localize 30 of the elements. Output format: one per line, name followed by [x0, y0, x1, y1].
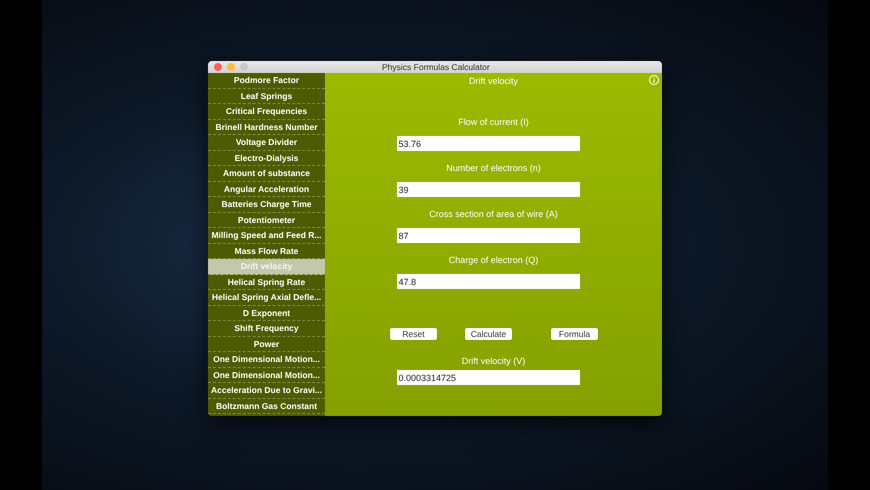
window-title: Physics Formulas Calculator — [382, 61, 490, 73]
sidebar-item[interactable]: Brinell Hardness Number — [208, 120, 325, 135]
close-icon[interactable] — [214, 63, 222, 71]
result-label: Drift velocity (V) — [462, 355, 526, 367]
field-label: Number of electrons (n) — [446, 162, 541, 174]
sidebar-item[interactable]: D Exponent — [208, 306, 325, 321]
field-label: Flow of current (I) — [458, 116, 529, 128]
action-button[interactable]: Formula — [551, 328, 598, 340]
input-field[interactable]: 47.8 — [396, 274, 580, 289]
input-field[interactable]: 53.76 — [396, 136, 580, 151]
info-icon[interactable] — [649, 75, 659, 85]
sidebar-item[interactable]: Mass Flow Rate — [208, 244, 325, 259]
sidebar-item[interactable]: Power — [208, 336, 325, 352]
sidebar-item[interactable]: Helical Spring Rate — [208, 274, 325, 290]
result-field[interactable]: 0.0003314725 — [396, 370, 580, 385]
sidebar-item[interactable]: Potentiometer — [208, 212, 325, 228]
minimize-icon[interactable] — [227, 63, 235, 71]
sidebar-item[interactable]: One Dimensional Motion... — [208, 368, 325, 383]
sidebar-item[interactable]: Angular Acceleration — [208, 182, 325, 197]
sidebar-item[interactable]: Boltzmann Gas Constant — [208, 398, 325, 414]
input-field[interactable]: 39 — [396, 182, 580, 197]
action-button[interactable]: Calculate — [465, 328, 512, 340]
sidebar-item[interactable]: Leaf Springs — [208, 88, 325, 104]
sidebar-item[interactable]: Electro-Dialysis — [208, 150, 325, 166]
action-button[interactable]: Reset — [390, 328, 437, 340]
field-label: Cross section of area of wire (A) — [429, 208, 558, 220]
input-field[interactable]: 87 — [396, 228, 580, 243]
page-title: Drift velocity — [468, 75, 518, 87]
field-label: Charge of electron (Q) — [448, 254, 538, 266]
zoom-icon — [240, 63, 248, 71]
